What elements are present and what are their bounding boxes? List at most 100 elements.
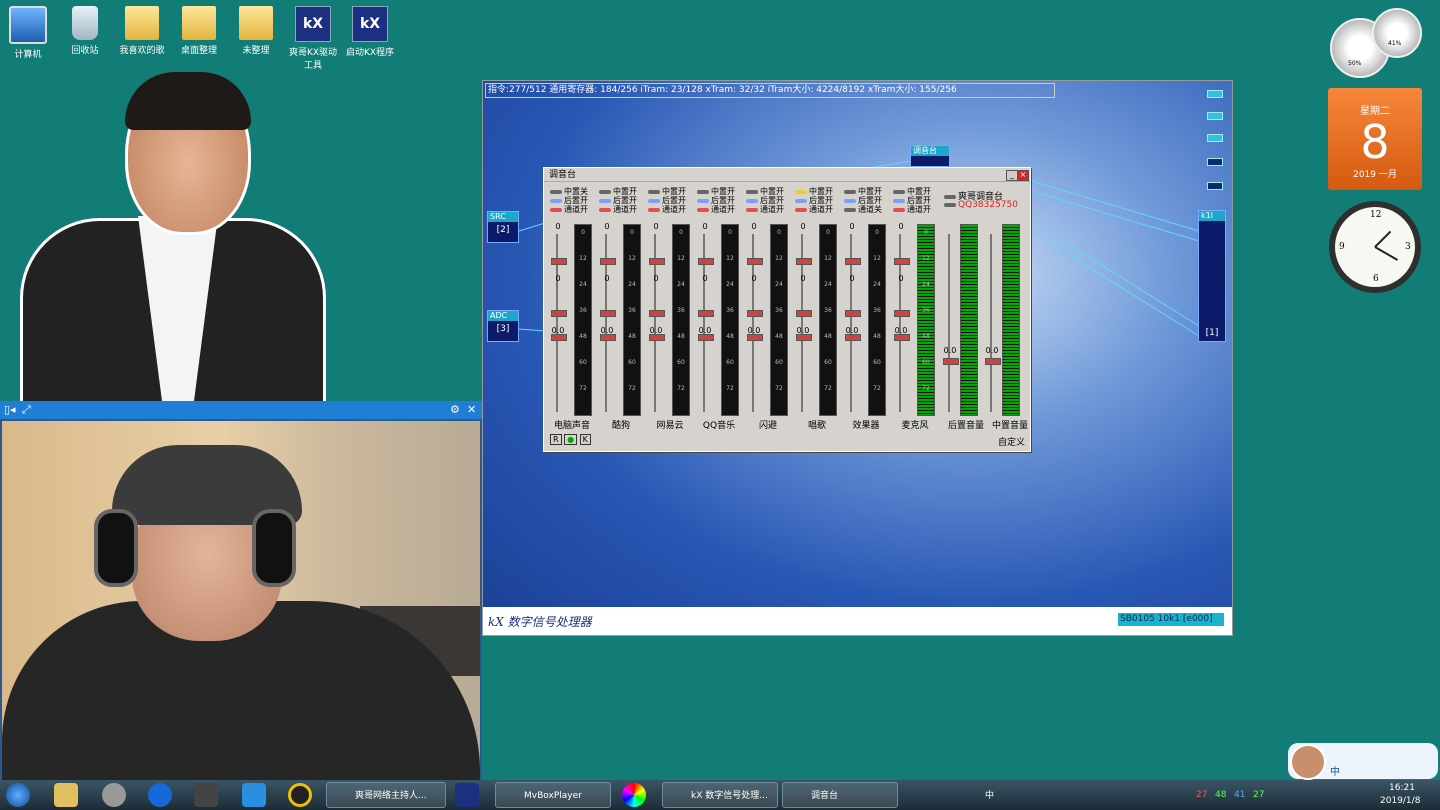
taskbar-item-mixer[interactable]: 调音台	[782, 782, 898, 808]
mic-app-icon[interactable]	[242, 783, 266, 807]
fader-knob[interactable]	[894, 334, 910, 341]
clock-date[interactable]: 2019/1/8	[1380, 796, 1420, 806]
mixer-btn-r[interactable]: R	[550, 434, 562, 445]
plugin-k1[interactable]: k1l [1]	[1198, 210, 1226, 342]
channel-fader[interactable]: 0 0 0.0	[795, 222, 812, 412]
toggle-channel[interactable]: 通道开	[599, 206, 647, 215]
close-icon[interactable]: ✕	[467, 401, 476, 419]
channel-fader[interactable]: 0 0 0.0	[697, 222, 714, 412]
kugou-icon[interactable]	[148, 783, 172, 807]
fader-knob[interactable]	[649, 310, 665, 317]
desktop-icon-folder-songs[interactable]: 我喜欢的歌	[114, 6, 170, 56]
toggle-channel[interactable]: 通道开	[697, 206, 745, 215]
fader-knob[interactable]	[600, 310, 616, 317]
dsp-export-icon[interactable]	[1207, 182, 1223, 190]
plugin-mixer[interactable]: 调音台	[910, 145, 950, 167]
calendar-gadget: 星期二 8 2019 一月	[1328, 88, 1422, 190]
channel-label: 闪避	[758, 421, 777, 431]
taskbar-item-kx-dsp[interactable]: kX 数字信号处理...	[662, 782, 778, 808]
fader-knob[interactable]	[894, 258, 910, 265]
kx-icon[interactable]	[455, 783, 479, 807]
clock-gadget: 12 3 69	[1329, 201, 1421, 293]
fader-knob[interactable]	[600, 258, 616, 265]
channel-fader[interactable]: 0 0 0.0	[648, 222, 665, 412]
taskbar-item-host[interactable]: 爽哥网络主持人...	[326, 782, 446, 808]
toggle-channel[interactable]: 通道开	[746, 206, 794, 215]
desktop-icon-kx-driver-tool[interactable]: kX 爽哥KX驱动工具	[285, 6, 341, 71]
fader-knob[interactable]	[845, 310, 861, 317]
level-meter: 0 12 24 36 48 60 72	[819, 224, 837, 416]
mixer-btn-k[interactable]: K	[579, 434, 591, 445]
fader-knob[interactable]	[747, 258, 763, 265]
fader-knob[interactable]	[698, 334, 714, 341]
channel-fader[interactable]: 0 0 0.0	[550, 222, 567, 412]
fader-knob[interactable]	[845, 258, 861, 265]
plugin-adc[interactable]: ADC [3]	[487, 310, 519, 342]
plugin-src[interactable]: SRC [2]	[487, 211, 519, 243]
fader-knob[interactable]	[747, 334, 763, 341]
fader-knob[interactable]	[985, 358, 1001, 365]
fader-knob[interactable]	[551, 258, 567, 265]
close-button[interactable]: ×	[1017, 170, 1029, 181]
fader-knob[interactable]	[796, 334, 812, 341]
channel-fader[interactable]: 0 0 0.0	[746, 222, 763, 412]
fader-knob[interactable]	[698, 258, 714, 265]
fader-knob[interactable]	[600, 334, 616, 341]
channel-label: QQ音乐	[702, 421, 736, 431]
meter-tick: 60	[775, 359, 783, 366]
channel-fader[interactable]: 0 0 0.0	[844, 222, 861, 412]
clock-time[interactable]: 16:21	[1389, 783, 1415, 793]
channel-fader[interactable]: 0 0 0.0	[893, 222, 910, 412]
desktop-icon-folder-unsorted[interactable]: 未整理	[228, 6, 284, 56]
gear-icon[interactable]: ⚙	[450, 401, 460, 419]
toggle-channel[interactable]: 通道开	[648, 206, 696, 215]
mixer-channel: 中置开 后置开 通道开 0 0 0.0 0 12 24 36 48 60 72 酷狗	[599, 188, 647, 431]
kx-icon: kX	[352, 6, 388, 42]
dock-icon[interactable]: ▯◂	[4, 401, 16, 419]
desktop-icon-kx-launcher[interactable]: kX 启动KX程序	[342, 6, 398, 58]
color-app-icon[interactable]	[622, 783, 646, 807]
fader-knob[interactable]	[747, 310, 763, 317]
fader-knob[interactable]	[943, 358, 959, 365]
fader-knob[interactable]	[845, 334, 861, 341]
meter-tick: 60	[726, 359, 734, 366]
channel-fader[interactable]: 0 0 0.0	[599, 222, 616, 412]
mixer-custom-button[interactable]: 自定义	[998, 435, 1025, 448]
meter-tick: 60	[824, 359, 832, 366]
mixer-btn-status[interactable]: ●	[564, 434, 578, 445]
meter-tick: 0	[924, 229, 928, 236]
level-meter: 0 12 24 36 48 60 72	[721, 224, 739, 416]
record-icon[interactable]	[288, 783, 312, 807]
dsp-tool-button[interactable]	[1207, 90, 1223, 98]
desktop-icon-computer[interactable]: 计算机	[0, 6, 56, 60]
taskbar-item-mvbox[interactable]: MvBoxPlayer	[495, 782, 611, 808]
dsp-import-icon[interactable]	[1207, 158, 1223, 166]
fader-knob[interactable]	[894, 310, 910, 317]
fader-knob[interactable]	[649, 258, 665, 265]
toggle-channel[interactable]: 通道关	[844, 206, 892, 215]
fader-knob[interactable]	[796, 310, 812, 317]
dsp-tool-button[interactable]	[1207, 134, 1223, 142]
start-button[interactable]	[6, 783, 30, 807]
fader-knob[interactable]	[551, 310, 567, 317]
fader-knob[interactable]	[551, 334, 567, 341]
profile-widget[interactable]: 中	[1288, 743, 1438, 780]
master-rear-fader[interactable]: 0.0	[942, 222, 959, 412]
toggle-channel[interactable]: 通道开	[893, 206, 941, 215]
app-icon[interactable]	[194, 783, 218, 807]
meter-tick: 0	[826, 229, 830, 236]
master-center-fader[interactable]: 0.0	[984, 222, 1001, 412]
fader-knob[interactable]	[698, 310, 714, 317]
explorer-icon[interactable]	[54, 783, 78, 807]
fullscreen-icon[interactable]: ⤢	[22, 401, 31, 419]
fader-knob[interactable]	[796, 258, 812, 265]
toggle-channel[interactable]: 通道开	[795, 206, 843, 215]
toggle-channel[interactable]: 通道开	[550, 206, 598, 215]
desktop-icon-folder-organize[interactable]: 桌面整理	[171, 6, 227, 56]
fader-value: 0	[604, 222, 610, 231]
camera-app-icon[interactable]	[102, 783, 126, 807]
fader-knob[interactable]	[649, 334, 665, 341]
ime-indicator[interactable]: 中	[985, 788, 994, 801]
desktop-icon-recycle-bin[interactable]: 回收站	[57, 6, 113, 56]
dsp-tool-button[interactable]	[1207, 112, 1223, 120]
